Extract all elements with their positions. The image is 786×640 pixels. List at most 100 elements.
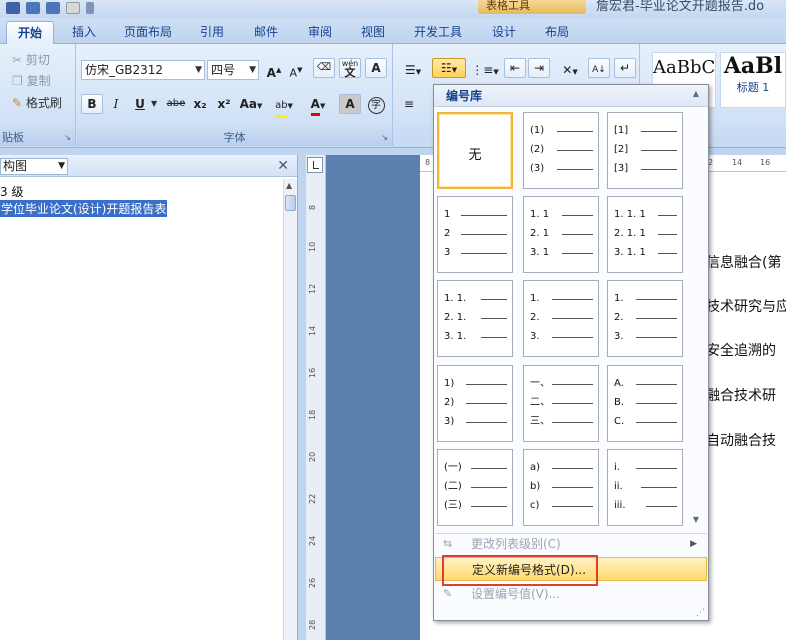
save-icon[interactable] bbox=[6, 2, 20, 14]
nav-scroll-thumb[interactable] bbox=[285, 195, 296, 211]
numbering-format-tile[interactable]: [1] [2] [3] bbox=[607, 112, 683, 189]
numbering-format-tile[interactable]: 1 2 3 bbox=[437, 196, 513, 273]
numbering-format-tile[interactable]: (1) (2) (3) bbox=[523, 112, 599, 189]
underline-button[interactable]: U bbox=[129, 94, 151, 114]
document-text-line[interactable]: 安全追溯的 bbox=[706, 340, 776, 360]
show-formatting-button[interactable]: ↵ bbox=[614, 58, 636, 78]
numbering-sample-row: iii. bbox=[614, 500, 677, 512]
change-case-button[interactable]: Aa▼ bbox=[237, 94, 265, 114]
numbering-format-tile[interactable]: a) b) c) bbox=[523, 449, 599, 526]
numbering-sample-row: 二、 bbox=[530, 397, 593, 409]
numbering-button[interactable]: ☷▼ bbox=[432, 58, 466, 78]
tab-design[interactable]: 设计 bbox=[480, 21, 528, 44]
dialog-launcher-icon[interactable]: ↘ bbox=[381, 129, 388, 146]
nav-view-select[interactable]: 构图 ▼ bbox=[0, 158, 68, 175]
ruler-tick: 16 bbox=[760, 158, 771, 167]
bold-button[interactable]: B bbox=[81, 94, 103, 114]
tab-mailings[interactable]: 邮件 bbox=[242, 21, 290, 44]
sample-line bbox=[646, 506, 677, 507]
character-border-button[interactable]: A bbox=[365, 58, 387, 78]
superscript-button[interactable]: x² bbox=[213, 94, 235, 114]
scroll-up-icon[interactable]: ▲ bbox=[693, 89, 699, 98]
numbering-format-tile[interactable]: i. ii. iii. bbox=[607, 449, 683, 526]
sample-line bbox=[658, 215, 677, 216]
dialog-launcher-icon[interactable]: ↘ bbox=[64, 129, 71, 146]
character-shading-button[interactable]: A bbox=[339, 94, 361, 114]
asian-layout-icon: ✕ bbox=[562, 63, 573, 77]
numbering-marker: 2. bbox=[614, 312, 624, 323]
tab-references[interactable]: 引用 bbox=[188, 21, 236, 44]
scroll-down-icon[interactable]: ▼ bbox=[693, 515, 699, 524]
strikethrough-button[interactable]: abe bbox=[163, 94, 189, 114]
decrease-indent-button[interactable]: ⇤ bbox=[504, 58, 526, 78]
customize-qat-icon[interactable] bbox=[86, 2, 94, 14]
italic-button[interactable]: I bbox=[105, 94, 127, 114]
numbering-sample-row: 2 bbox=[444, 228, 507, 240]
enclose-characters-button[interactable]: 字 bbox=[365, 94, 387, 114]
style-heading1-card[interactable]: AaBl 标题 1 bbox=[720, 52, 786, 108]
nav-scrollbar[interactable]: ▲ bbox=[283, 179, 297, 640]
phonetic-guide-button[interactable]: wén 文 bbox=[339, 58, 361, 78]
font-color-button[interactable]: A▼ bbox=[303, 94, 333, 116]
numbering-format-tile[interactable]: 1. 1. 2. 1. 3. 1. bbox=[437, 280, 513, 357]
document-text-line[interactable]: 信息融合(第 bbox=[706, 252, 781, 272]
numbering-marker: 3) bbox=[444, 416, 455, 427]
document-text-line[interactable]: 自动融合技 bbox=[706, 430, 776, 450]
multilevel-list-button[interactable]: ⋮≡▼ bbox=[470, 60, 500, 80]
numbering-sample-row: ii. bbox=[614, 481, 677, 493]
nav-heading-item[interactable]: 学位毕业论文(设计)开题报告表 bbox=[0, 200, 168, 217]
tab-developer[interactable]: 开发工具 bbox=[404, 21, 472, 44]
cut-button[interactable]: ✂ 剪切 bbox=[12, 50, 50, 70]
redo-icon[interactable] bbox=[46, 2, 60, 14]
underline-dropdown-icon[interactable]: ▼ bbox=[151, 99, 157, 108]
numbering-format-tile[interactable]: A. B. C. bbox=[607, 365, 683, 442]
undo-icon[interactable] bbox=[26, 2, 40, 14]
align-left-button[interactable]: ≡ bbox=[398, 94, 420, 114]
asian-layout-button[interactable]: ✕▼ bbox=[554, 60, 586, 80]
tab-page-layout[interactable]: 页面布局 bbox=[114, 21, 182, 44]
tab-selector[interactable] bbox=[307, 157, 323, 173]
resize-grip-icon[interactable]: ⋰ bbox=[696, 608, 705, 618]
quick-access-toolbar bbox=[6, 0, 94, 16]
tab-layout[interactable]: 布局 bbox=[534, 21, 580, 44]
clear-format-button[interactable]: ⌫ bbox=[313, 58, 335, 78]
grow-font-button[interactable]: A▲ bbox=[263, 60, 285, 80]
numbering-format-tile[interactable]: (一) (二) (三) bbox=[437, 449, 513, 526]
numbering-format-tile[interactable]: 1) 2) 3) bbox=[437, 365, 513, 442]
numbering-format-tile[interactable]: 1. 1. 1 2. 1. 1 3. 1. 1 bbox=[607, 196, 683, 273]
tab-review[interactable]: 审阅 bbox=[296, 21, 344, 44]
pilcrow-icon: ↵ bbox=[619, 61, 631, 75]
tab-insert[interactable]: 插入 bbox=[60, 21, 108, 44]
increase-indent-button[interactable]: ⇥ bbox=[528, 58, 550, 78]
numbering-format-tile[interactable]: 1. 2. 3. bbox=[523, 280, 599, 357]
enclose-icon: 字 bbox=[367, 97, 385, 114]
print-preview-icon[interactable] bbox=[66, 2, 80, 14]
numbering-format-tile[interactable]: 1. 2. 3. bbox=[607, 280, 683, 357]
document-text-line[interactable]: 技术研究与应 bbox=[706, 296, 786, 316]
document-text-line[interactable]: 融合技术研 bbox=[706, 385, 776, 405]
font-name-combo[interactable]: 仿宋_GB2312 ▼ bbox=[81, 60, 205, 80]
vertical-ruler bbox=[306, 155, 326, 640]
bullets-button[interactable]: ☰▼ bbox=[398, 60, 428, 80]
sort-button[interactable]: A↓ bbox=[588, 58, 610, 78]
highlight-color-button[interactable]: ab▼ bbox=[269, 94, 299, 118]
ruler-tick: 22 bbox=[308, 493, 317, 504]
nav-view-value: 构图 bbox=[3, 159, 28, 173]
tab-home[interactable]: 开始 bbox=[6, 21, 54, 44]
subscript-button[interactable]: x₂ bbox=[189, 94, 211, 114]
numbering-format-tile[interactable]: 一、 二、 三、 bbox=[523, 365, 599, 442]
nav-level-label[interactable]: 3 级 bbox=[0, 183, 23, 200]
change-list-level-item[interactable]: ⇆ 更改列表级别(C) ▶ bbox=[435, 532, 707, 556]
font-size-combo[interactable]: 四号 ▼ bbox=[207, 60, 259, 80]
numbering-format-tile[interactable]: 1. 1 2. 1 3. 1 bbox=[523, 196, 599, 273]
numbering-format-tile[interactable]: 无 bbox=[437, 112, 513, 189]
close-icon[interactable]: ✕ bbox=[277, 158, 289, 174]
format-painter-button[interactable]: ✎ 格式刷 bbox=[12, 93, 62, 113]
tab-view[interactable]: 视图 bbox=[350, 21, 396, 44]
numbering-marker: 1. 1. bbox=[444, 293, 467, 304]
scroll-up-icon[interactable]: ▲ bbox=[286, 181, 292, 190]
numbering-marker: a) bbox=[530, 462, 541, 473]
shrink-font-button[interactable]: A▼ bbox=[285, 60, 307, 80]
copy-button[interactable]: ❐ 复制 bbox=[12, 71, 51, 91]
change-case-label: Aa bbox=[239, 97, 257, 111]
